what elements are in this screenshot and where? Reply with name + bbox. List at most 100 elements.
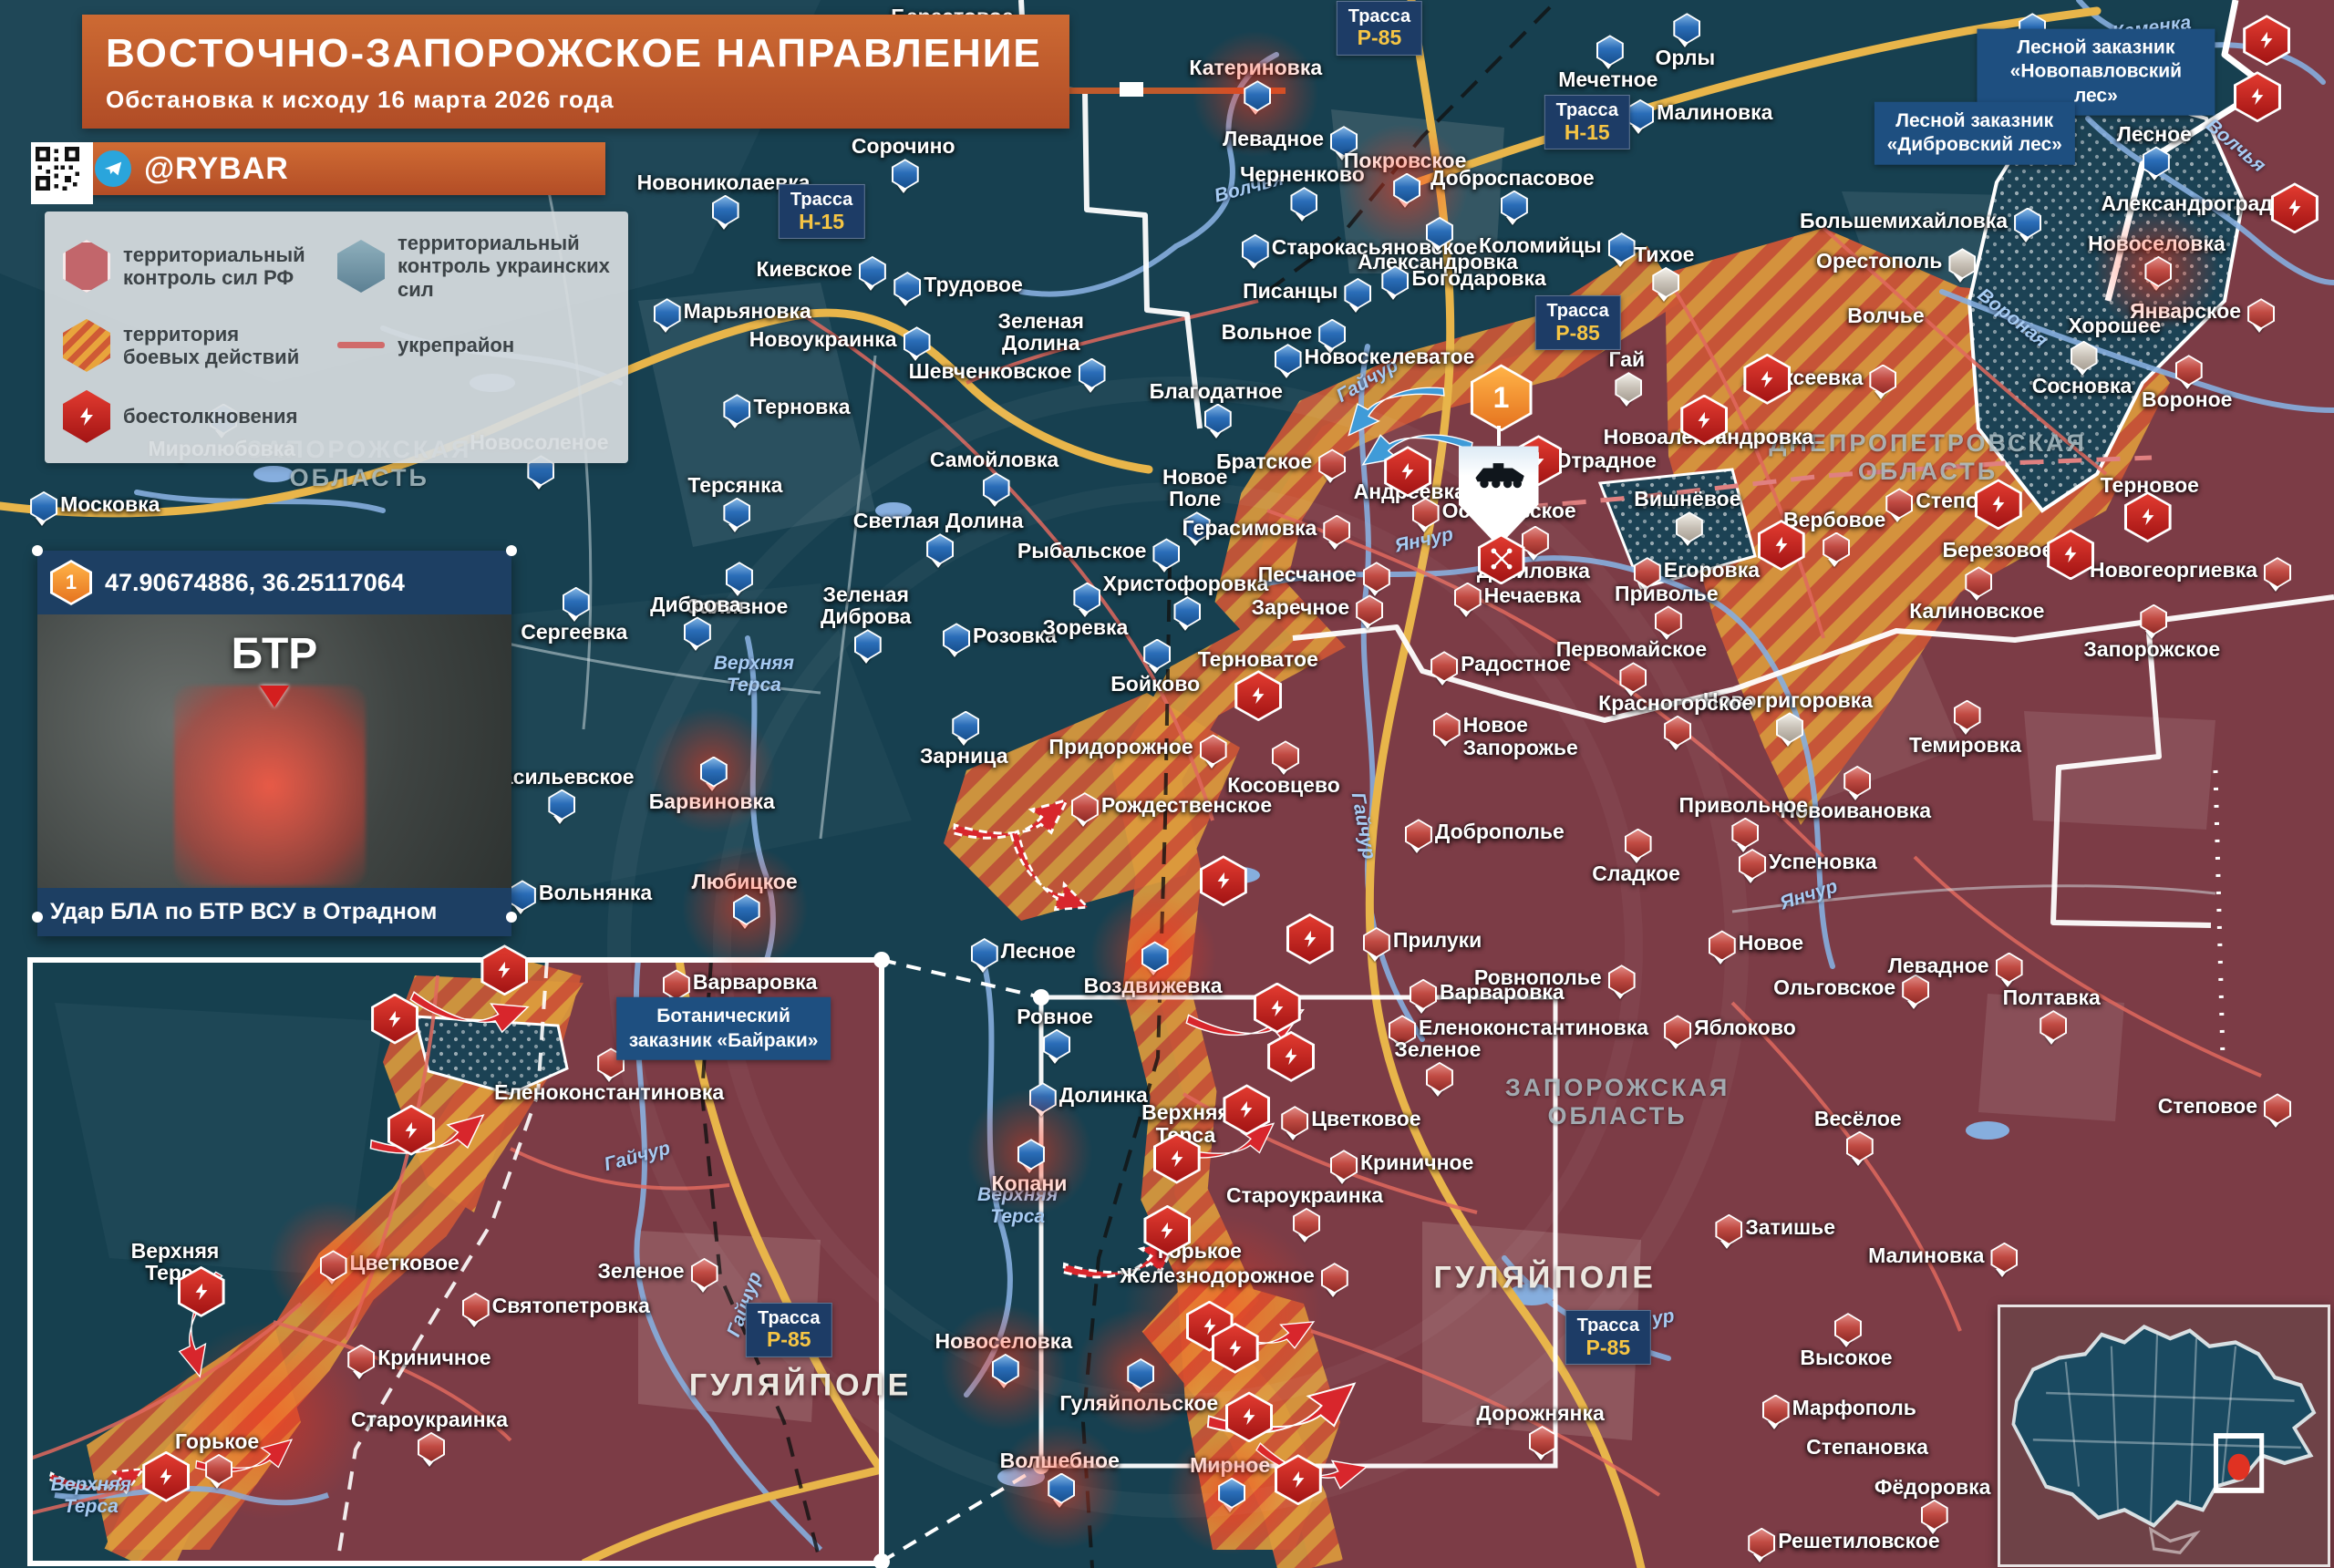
place-marker-icon	[1275, 344, 1302, 375]
incident-photo: БТР	[37, 614, 511, 888]
legend-item-clashes: боестолкновения	[63, 390, 332, 443]
river-label: Верхняя Терса	[714, 653, 794, 696]
place-label: Тихое	[1554, 243, 1773, 266]
place-label: Диброва	[586, 593, 805, 616]
place-marker-icon	[1834, 1313, 1862, 1344]
place-label: Зарница	[854, 745, 1073, 768]
place-label: Марфополь	[1792, 1397, 1916, 1419]
place-label: Песчаное	[1258, 563, 1357, 586]
place-label: Мечетное	[1499, 68, 1718, 91]
place-label: Вороное	[2078, 388, 2297, 411]
clash-icon	[480, 944, 528, 995]
road-badge: ТрассаН-15	[1544, 95, 1630, 150]
place-marker-icon	[971, 938, 998, 969]
rf-control-hex-icon	[63, 240, 110, 293]
place-label: Киевское	[756, 258, 852, 281]
place-marker-icon	[1921, 1500, 1948, 1531]
place-marker-icon	[1673, 13, 1700, 44]
place-label: Писанцы	[1243, 280, 1337, 303]
place-marker-icon	[1655, 605, 1682, 636]
place-label: Большемихайловка	[1800, 210, 2008, 232]
header: ВОСТОЧНО-ЗАПОРОЖСКОЕ НАПРАВЛЕНИЕ Обстано…	[82, 15, 1069, 129]
nature-reserve-badge: Ботанический заказник «Байраки»	[616, 997, 831, 1060]
place-marker-icon	[1731, 818, 1759, 849]
legend-label: территориальный контроль украинских сил	[398, 232, 610, 301]
place-marker-icon	[1454, 583, 1482, 614]
place-label: Верхняя Терса	[57, 1240, 294, 1285]
place-marker-icon	[1152, 538, 1180, 569]
incident-card-header: 1 47.90674886, 36.25117064	[37, 551, 511, 614]
place-marker-icon	[1776, 712, 1803, 743]
place-marker-icon	[1272, 740, 1299, 771]
place-marker-icon	[2264, 557, 2291, 588]
place-marker-icon	[1652, 267, 1679, 298]
place-marker-icon	[1204, 404, 1232, 435]
map-canvas: БерестовоеСорочиноНовониколаевкаКиевское…	[0, 0, 2334, 1568]
place-label: Сладкое	[1527, 862, 1746, 885]
place-marker-icon	[1902, 975, 1929, 1006]
place-label: Даниловка	[1424, 560, 1643, 583]
place-label: Сорочино	[794, 135, 1013, 158]
place-marker-icon	[1071, 792, 1099, 823]
place-label: Староукраинка	[320, 1408, 539, 1431]
place-marker-icon	[1948, 248, 1976, 279]
place-marker-icon	[893, 272, 921, 303]
nature-reserve-badge: Лесной заказник «Дибровский лес»	[1874, 102, 2075, 165]
road-badge: ТрассаН-15	[779, 184, 864, 239]
place-marker-icon	[509, 880, 536, 911]
place-label: Заречное	[1252, 596, 1350, 619]
road-badge: ТрассаР-85	[746, 1302, 831, 1357]
place-marker-icon	[1664, 716, 1691, 747]
place-marker-icon	[1293, 1208, 1320, 1239]
place-label: Радостное	[1461, 653, 1571, 676]
legend-label: территория боевых действий	[123, 323, 299, 369]
place-marker-icon	[1619, 662, 1647, 693]
incident-coordinates: 47.90674886, 36.25117064	[105, 569, 405, 597]
place-label: Решетиловское	[1778, 1530, 1939, 1553]
incident-marker-link	[1497, 426, 1501, 446]
place-marker-icon	[712, 195, 739, 226]
place-marker-icon	[1996, 953, 2023, 984]
place-label: Орлы	[1575, 46, 1794, 69]
clash-icon	[2271, 182, 2319, 233]
river-label: Верхняя Терса	[51, 1474, 131, 1518]
place-label: Новое Запорожье	[1463, 714, 1578, 759]
place-label: Герасимовка	[1182, 517, 1317, 540]
place-marker-icon	[1043, 1029, 1070, 1060]
place-label: Лесное	[1001, 940, 1076, 963]
title-block: ВОСТОЧНО-ЗАПОРОЖСКОЕ НАПРАВЛЕНИЕ Обстано…	[82, 15, 1069, 129]
place-label: Вольное	[1222, 321, 1313, 344]
clash-icon	[2243, 15, 2290, 66]
card-corner-dot	[506, 912, 517, 923]
place-label: Малиновка	[1657, 101, 1772, 124]
place-label: Гай	[1517, 348, 1736, 371]
place-marker-icon	[1709, 930, 1736, 961]
place-marker-icon	[347, 1345, 375, 1376]
place-marker-icon	[1823, 532, 1850, 563]
place-label: Левадное	[1888, 954, 1989, 977]
city-label: ГУЛЯЙПОЛЕ	[1434, 1260, 1657, 1295]
road-badge: ТрассаР-85	[1337, 1, 1422, 56]
clash-icon	[2047, 529, 2094, 580]
place-label: Зеленое	[598, 1260, 685, 1283]
incident-card: 1 47.90674886, 36.25117064 БТР Удар БЛА …	[37, 551, 511, 936]
place-label: Криничное	[1360, 1151, 1473, 1174]
clash-icon	[1267, 1031, 1315, 1082]
place-marker-icon	[726, 562, 753, 593]
fortified-line-icon	[337, 342, 385, 348]
place-label: Дорожнянка	[1431, 1402, 1650, 1425]
card-corner-dot	[32, 545, 43, 556]
place-label: Прилуки	[1393, 929, 1482, 952]
place-marker-icon	[1200, 734, 1227, 765]
place-label: Рождественское	[1101, 794, 1272, 817]
place-marker-icon	[2143, 146, 2170, 177]
clash-icon	[1975, 479, 2022, 530]
place-label: Зеленая Долина	[923, 310, 1160, 356]
place-label: Криничное	[377, 1346, 491, 1369]
place-label: Цветковое	[1311, 1108, 1420, 1130]
place-label: Волчье	[1767, 304, 2004, 327]
place-marker-icon	[1426, 1062, 1453, 1093]
place-label: Терсянка	[625, 474, 844, 497]
place-label: Староукраинка	[1195, 1184, 1414, 1207]
river-label: Гайчур	[602, 1138, 673, 1176]
